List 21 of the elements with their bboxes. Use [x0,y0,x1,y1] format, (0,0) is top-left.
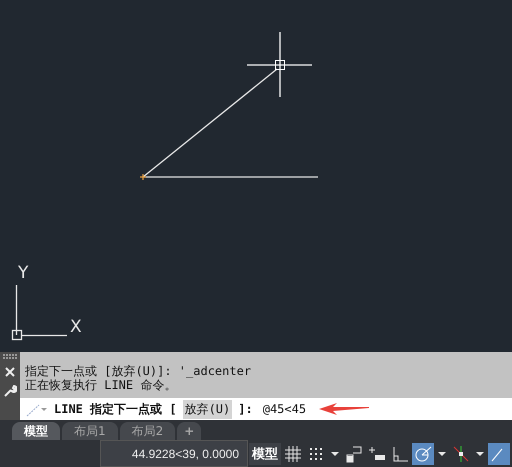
undo-option-link[interactable]: 放弃(U) [182,400,232,418]
model-space-button[interactable]: 模型 [249,442,281,464]
coordinates-readout: 44.9228<39, 0.0000 [100,440,248,467]
command-prompt: LINE 指定下一点或 [ [54,400,177,418]
close-icon[interactable] [4,366,16,378]
crosshair-cursor-icon [246,31,313,98]
layout-tab[interactable]: 布局2 [120,422,176,440]
ucs-axes-icon [12,284,68,340]
wrench-icon[interactable] [3,384,17,398]
prompt-colon: ]: [238,402,253,416]
polar-tool-icon[interactable] [412,442,434,464]
command-history-line: 正在恢复执行 LINE 命令。 [25,378,178,392]
grip-icon[interactable] [2,354,18,360]
y-axis-label: Y [18,265,28,282]
drawing-canvas[interactable]: Y X [0,0,512,352]
layout-tab[interactable]: 布局1 [62,422,118,440]
layout-tab[interactable]: 模型 [12,422,60,440]
pointer-arrow-icon [318,403,369,415]
command-history-line: 指定下一点或 [放弃(U)]: '_adcenter [25,364,252,378]
add-layout-button[interactable]: + [177,422,202,440]
x-axis-label: X [70,319,82,336]
